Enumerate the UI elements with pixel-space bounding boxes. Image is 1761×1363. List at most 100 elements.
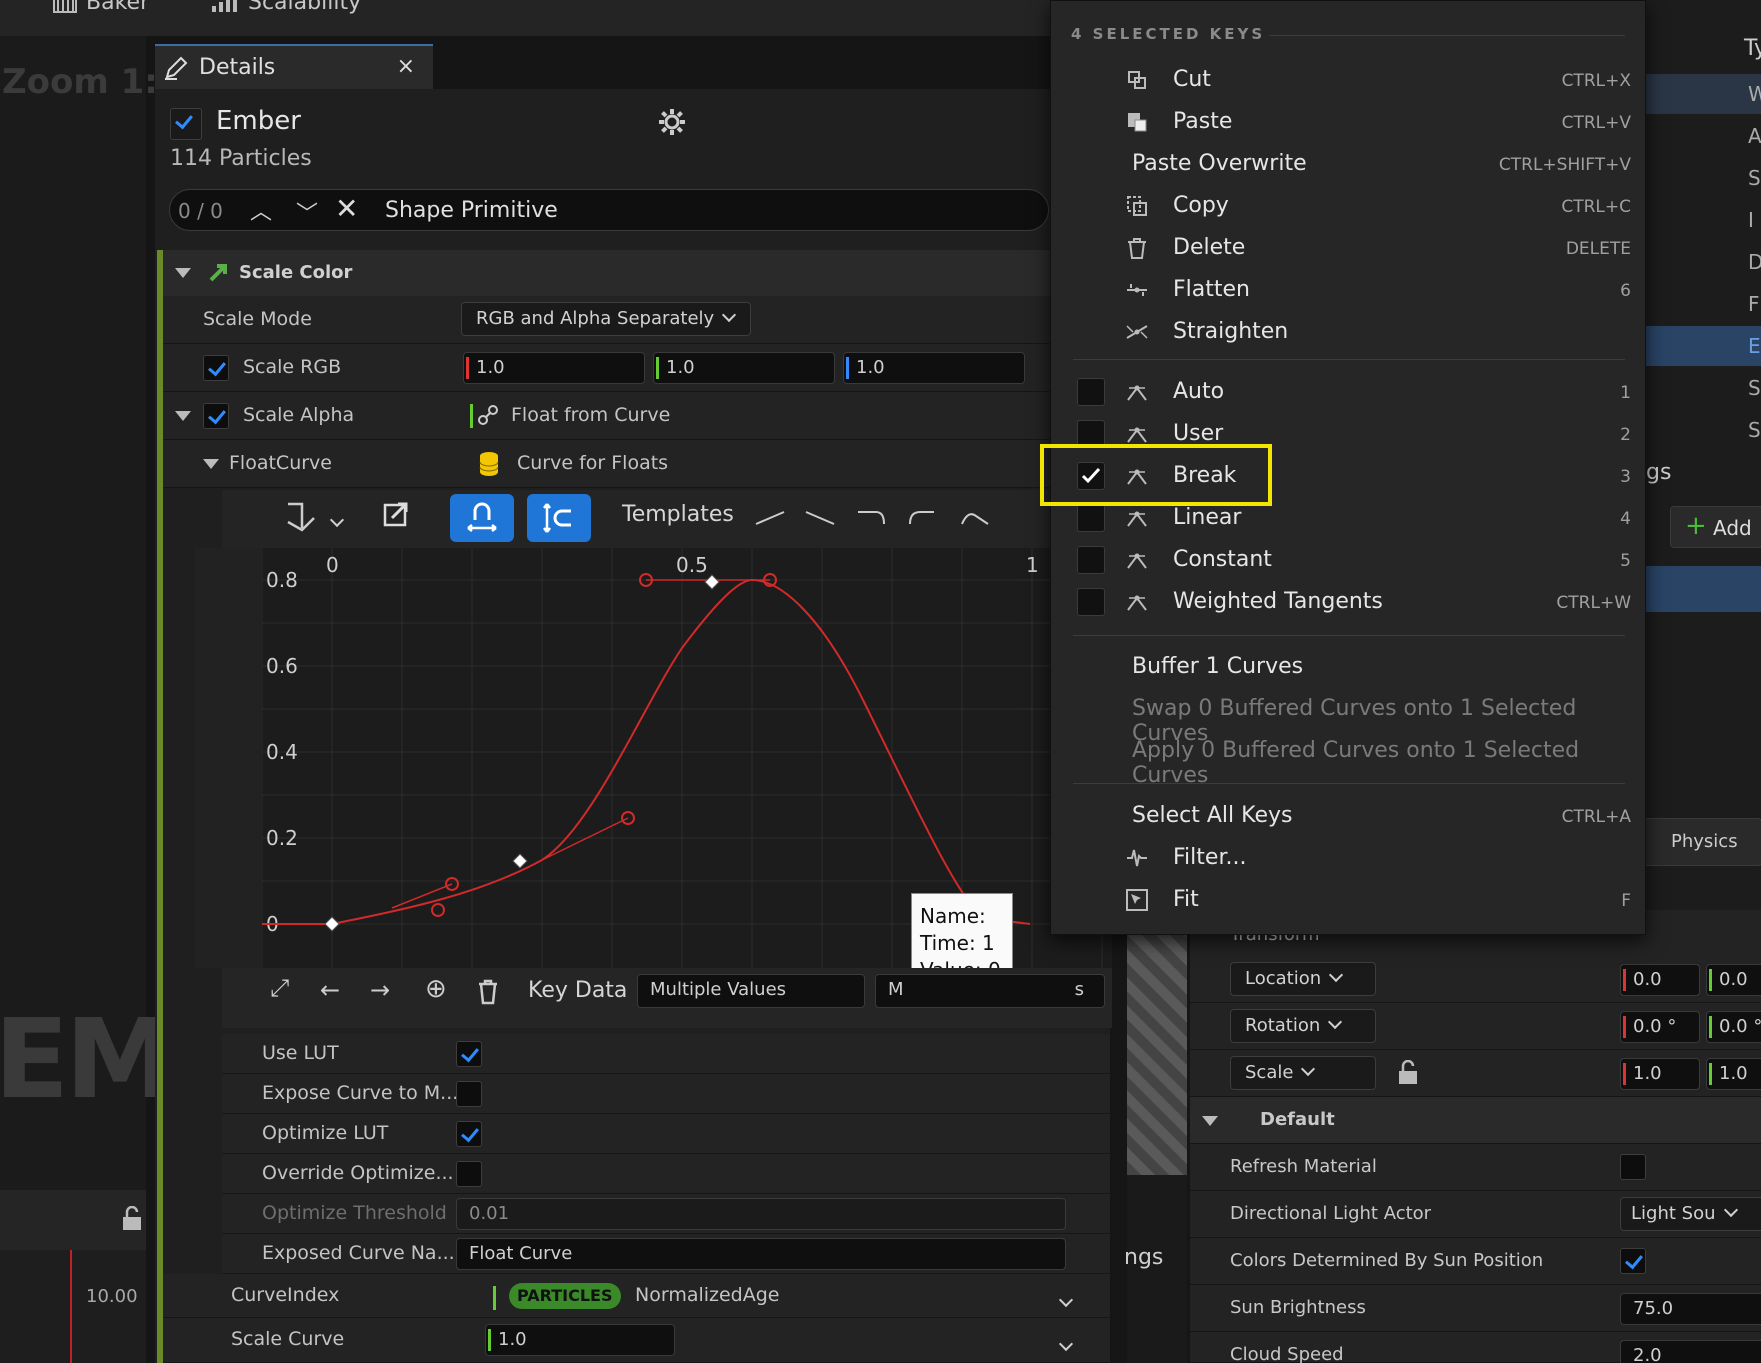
- curve-index-value[interactable]: NormalizedAge: [635, 1284, 780, 1306]
- outliner-row[interactable]: D: [1646, 242, 1761, 282]
- use-lut-checkbox[interactable]: [456, 1041, 482, 1067]
- template-ease-in-icon[interactable]: [909, 511, 934, 525]
- prev-result-icon[interactable]: ︿: [250, 194, 272, 226]
- copy-item[interactable]: Copy CTRL+C: [1051, 185, 1647, 227]
- colors-by-sun-checkbox[interactable]: [1620, 1248, 1646, 1274]
- physics-tab[interactable]: Physics: [1642, 818, 1761, 866]
- location-y-field[interactable]: 0.0: [1706, 964, 1761, 996]
- curve-key[interactable]: [512, 853, 528, 869]
- outliner-row[interactable]: S: [1646, 368, 1761, 408]
- cloud-speed-field[interactable]: 2.0: [1620, 1340, 1761, 1363]
- add-button[interactable]: + Add: [1670, 506, 1761, 548]
- key-data-field-2[interactable]: M s: [875, 974, 1105, 1008]
- search-input[interactable]: Shape Primitive: [385, 198, 558, 223]
- scale-b-field[interactable]: 1.0: [843, 352, 1025, 384]
- default-section[interactable]: Default: [1190, 1097, 1761, 1144]
- outliner-row[interactable]: S: [1646, 410, 1761, 450]
- refresh-material-checkbox[interactable]: [1620, 1154, 1646, 1180]
- selected-component[interactable]: [1646, 566, 1761, 612]
- chevron-down-icon[interactable]: [1058, 1336, 1074, 1352]
- expose-curve-checkbox[interactable]: [456, 1081, 482, 1107]
- exposed-curve-field[interactable]: Float Curve: [456, 1238, 1066, 1270]
- key-data-field[interactable]: Multiple Values: [637, 974, 865, 1008]
- scale-color-section[interactable]: Scale Color: [163, 250, 1055, 296]
- buffer-curves-item[interactable]: Buffer 1 Curves: [1051, 646, 1647, 688]
- filter-item[interactable]: Filter...: [1051, 837, 1647, 879]
- previous-key-icon[interactable]: ←: [320, 976, 340, 1004]
- expand-icon[interactable]: [175, 411, 191, 421]
- chevron-down-icon[interactable]: [1058, 1292, 1074, 1308]
- next-result-icon[interactable]: ﹀: [296, 196, 318, 228]
- weighted-tangents-tangent-item[interactable]: Weighted Tangents CTRL+W: [1051, 581, 1647, 623]
- fit-view-icon[interactable]: ⤢: [270, 974, 289, 1002]
- directional-light-dropdown[interactable]: Light Sou: [1620, 1197, 1761, 1231]
- type-column-header[interactable]: Ty: [1744, 36, 1761, 61]
- key-insert-icon[interactable]: [282, 496, 318, 534]
- select-all-keys-item[interactable]: Select All Keys CTRL+A: [1051, 795, 1647, 837]
- constant-tangent-item[interactable]: Constant 5: [1051, 539, 1647, 581]
- rotation-dropdown[interactable]: Rotation: [1230, 1009, 1376, 1043]
- baker-button[interactable]: Baker: [52, 0, 149, 15]
- fit-item[interactable]: Fit F: [1051, 879, 1647, 921]
- outliner-row[interactable]: F: [1646, 284, 1761, 324]
- left-viewport[interactable]: [0, 36, 146, 1363]
- snap-time-button[interactable]: [450, 494, 514, 542]
- delete-item[interactable]: Delete DELETE: [1051, 227, 1647, 269]
- playhead[interactable]: [70, 1250, 72, 1363]
- scale-g-field[interactable]: 1.0: [653, 352, 835, 384]
- linear-checkbox[interactable]: [1077, 504, 1105, 532]
- clear-search-icon[interactable]: ✕: [335, 192, 358, 225]
- outliner-row[interactable]: A: [1646, 116, 1761, 156]
- location-dropdown[interactable]: Location: [1230, 962, 1376, 996]
- scale-alpha-checkbox[interactable]: [203, 403, 229, 429]
- constant-checkbox[interactable]: [1077, 546, 1105, 574]
- scale-x-field[interactable]: 1.0: [1620, 1058, 1700, 1090]
- scale-alpha-value[interactable]: Float from Curve: [511, 404, 670, 426]
- template-linear-icon[interactable]: [755, 511, 785, 525]
- scale-rgb-checkbox[interactable]: [203, 355, 229, 381]
- scale-mode-dropdown[interactable]: RGB and Alpha Separately: [461, 302, 751, 336]
- outliner-row[interactable]: W: [1646, 74, 1761, 114]
- gear-icon[interactable]: [658, 108, 686, 136]
- snap-value-button[interactable]: [527, 494, 591, 542]
- emitter-enabled-checkbox[interactable]: [170, 108, 202, 140]
- scalability-button[interactable]: Scalability: [210, 0, 361, 15]
- scale-curve-field[interactable]: 1.0: [485, 1324, 675, 1356]
- paste-overwrite-item[interactable]: Paste Overwrite CTRL+SHIFT+V: [1051, 143, 1647, 185]
- partial-tab[interactable]: gs: [1646, 460, 1671, 485]
- collapse-icon[interactable]: [1202, 1116, 1218, 1126]
- flatten-item[interactable]: Flatten 6: [1051, 269, 1647, 311]
- unlock-icon[interactable]: [1396, 1060, 1420, 1086]
- cut-item[interactable]: Cut CTRL+X: [1051, 59, 1647, 101]
- curve-key[interactable]: [704, 574, 720, 590]
- sun-brightness-field[interactable]: 75.0: [1620, 1293, 1761, 1325]
- collapse-icon[interactable]: [175, 268, 191, 278]
- details-tab[interactable]: Details ×: [155, 44, 433, 89]
- location-x-field[interactable]: 0.0: [1620, 964, 1700, 996]
- optimize-lut-checkbox[interactable]: [456, 1121, 482, 1147]
- preview-viewport[interactable]: ngs: [1112, 935, 1190, 1363]
- straighten-item[interactable]: Straighten: [1051, 311, 1647, 353]
- paste-item[interactable]: Paste CTRL+V: [1051, 101, 1647, 143]
- scale-dropdown[interactable]: Scale: [1230, 1056, 1376, 1090]
- template-linear-down-icon[interactable]: [805, 511, 835, 525]
- external-window-icon[interactable]: [382, 500, 412, 530]
- template-smooth-icon[interactable]: [961, 513, 989, 525]
- template-ease-out-icon[interactable]: [858, 511, 885, 525]
- rotation-y-field[interactable]: 0.0 °: [1706, 1011, 1761, 1043]
- search-bar[interactable]: 0 / 0 ︿ ﹀ ✕ Shape Primitive: [169, 189, 1049, 231]
- weighted-tangents-checkbox[interactable]: [1077, 588, 1105, 616]
- auto-checkbox[interactable]: [1077, 378, 1105, 406]
- outliner-row[interactable]: S: [1646, 158, 1761, 198]
- add-key-icon[interactable]: ⊕: [425, 974, 447, 1004]
- lower-tab-partial[interactable]: ngs: [1124, 1245, 1163, 1270]
- curve-key[interactable]: [324, 916, 340, 932]
- trash-icon[interactable]: [476, 978, 500, 1006]
- unlock-icon[interactable]: [120, 1206, 144, 1232]
- tangent-handle[interactable]: [431, 903, 445, 917]
- outliner-row[interactable]: E: [1646, 326, 1761, 366]
- rotation-x-field[interactable]: 0.0 °: [1620, 1011, 1700, 1043]
- scale-y-field[interactable]: 1.0: [1706, 1058, 1761, 1090]
- close-icon[interactable]: ×: [397, 54, 415, 79]
- outliner-row[interactable]: I: [1646, 200, 1761, 240]
